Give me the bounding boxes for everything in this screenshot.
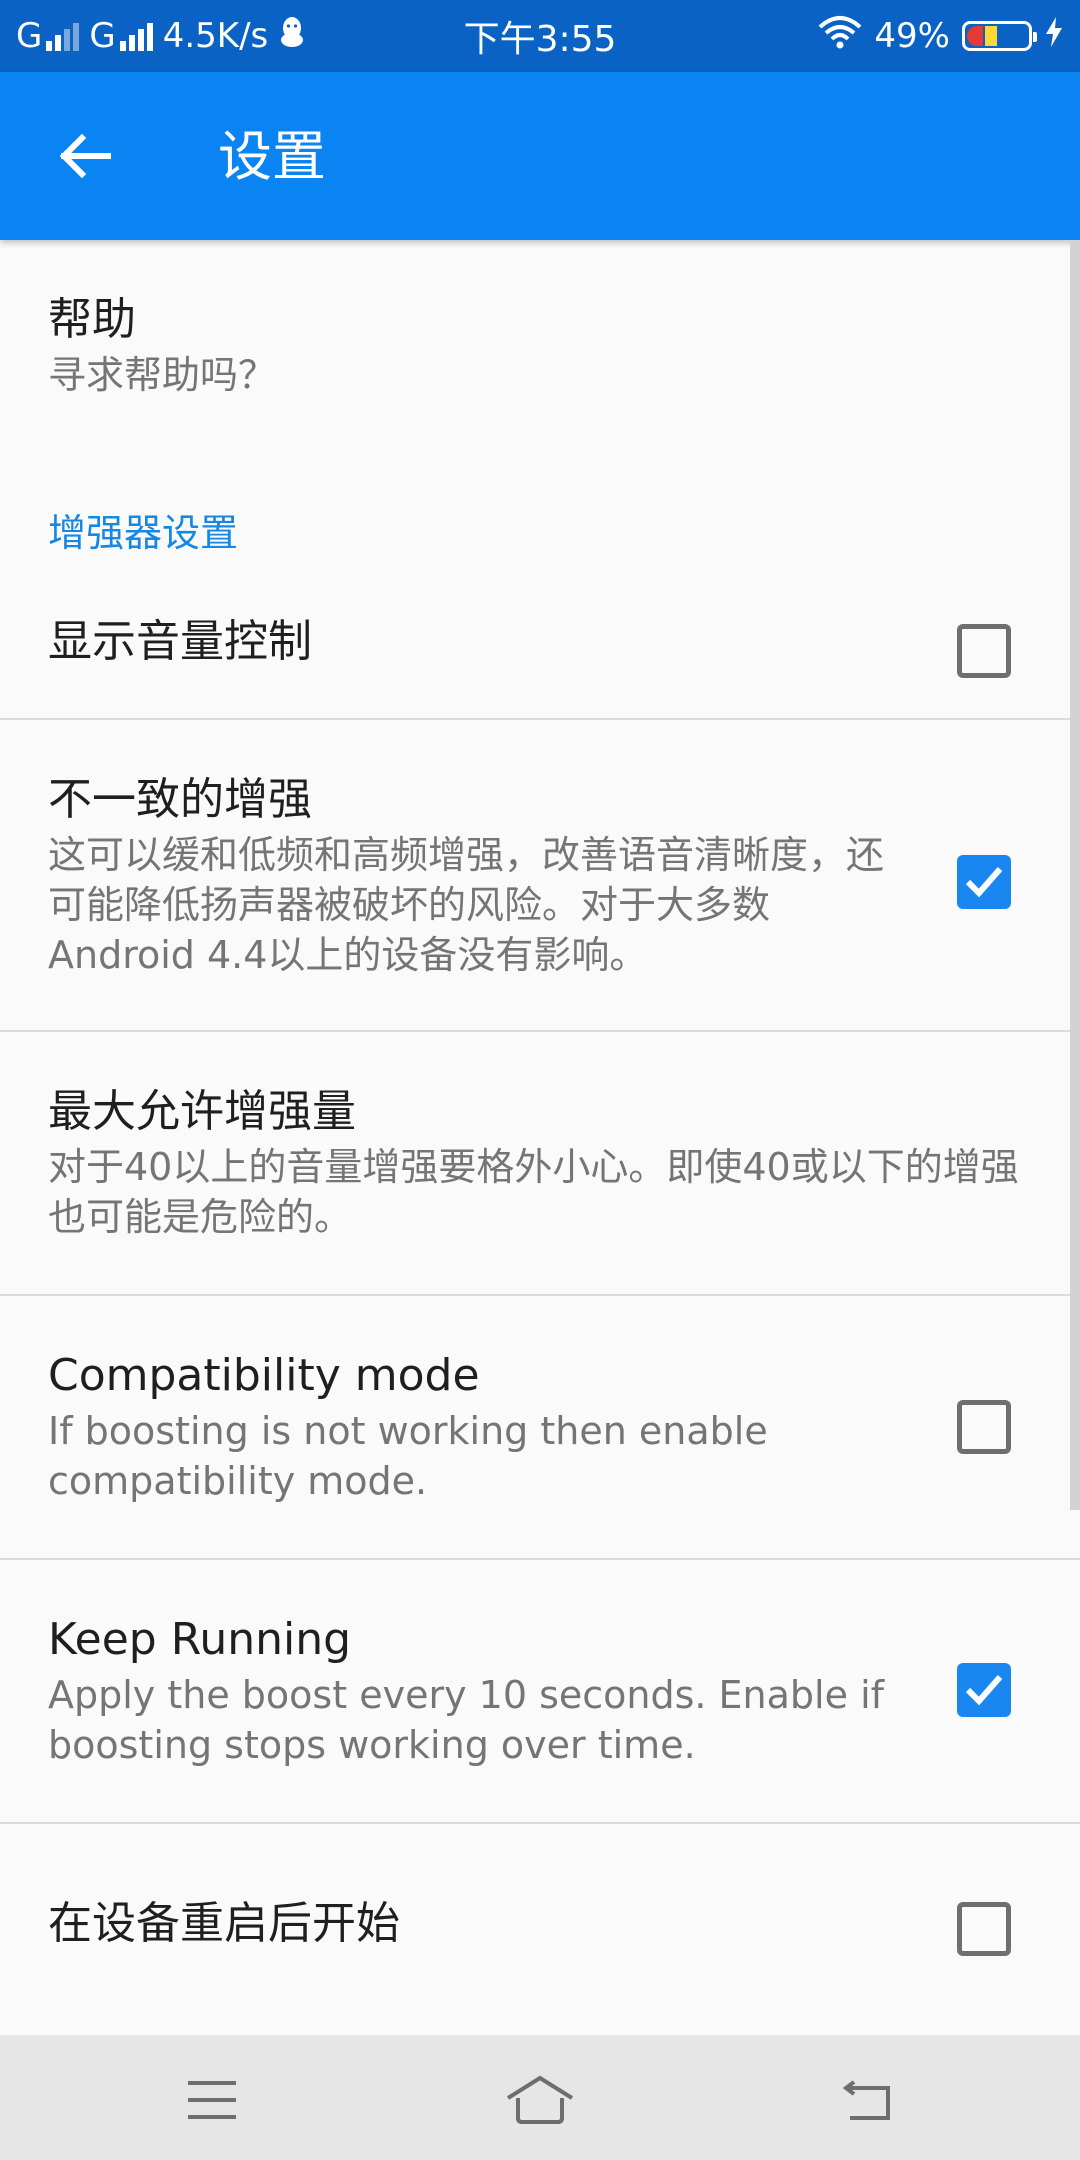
setting-inconsistent-boost[interactable]: 不一致的增强 这可以缓和低频和高频增强，改善语音清晰度，还可能降低扬声器被破坏的… — [0, 720, 1080, 1030]
help-summary: 寻求帮助吗？ — [48, 353, 277, 397]
signal-icon — [119, 21, 153, 51]
setting-title: 在设备重启后开始 — [48, 1898, 400, 1949]
signal-icon — [46, 21, 80, 51]
network-speed: 4.5K/s — [162, 16, 269, 56]
checkbox-compatibility-mode[interactable] — [957, 1400, 1011, 1454]
setting-show-volume-control[interactable]: 显示音量控制 — [0, 570, 1080, 720]
checkbox-keep-running[interactable] — [957, 1663, 1011, 1717]
setting-compatibility-mode[interactable]: Compatibility mode If boosting is not wo… — [0, 1296, 1080, 1558]
app-bar: 设置 — [0, 72, 1080, 240]
qq-penguin-icon — [278, 15, 306, 58]
setting-keep-running[interactable]: Keep Running Apply the boost every 10 se… — [0, 1560, 1080, 1822]
status-right: 49% — [818, 15, 1064, 58]
help-title: 帮助 — [48, 294, 136, 345]
setting-max-boost[interactable]: 最大允许增强量 对于40以上的音量增强要格外小心。即使40或以下的增强也可能是危… — [0, 1032, 1080, 1294]
status-left: G G 4.5K/s — [16, 15, 818, 58]
setting-summary: Apply the boost every 10 seconds. Enable… — [48, 1673, 884, 1767]
setting-title: 显示音量控制 — [48, 616, 312, 667]
arrow-left-icon — [59, 133, 111, 179]
page-title: 设置 — [218, 125, 326, 188]
setting-start-on-boot[interactable]: 在设备重启后开始 — [0, 1824, 1080, 2034]
home-icon — [506, 2075, 574, 2124]
setting-title: 不一致的增强 — [48, 774, 312, 825]
sim1-label: G — [16, 16, 43, 56]
battery-icon — [962, 21, 1037, 51]
wifi-icon — [818, 15, 862, 58]
setting-title: 最大允许增强量 — [48, 1086, 356, 1137]
back-icon — [842, 2080, 890, 2120]
setting-title: Keep Running — [48, 1614, 352, 1665]
menu-icon — [188, 2081, 236, 2119]
navigation-bar — [0, 2035, 1080, 2160]
help-item[interactable]: 帮助 寻求帮助吗？ — [0, 240, 1080, 450]
scrollbar[interactable] — [1070, 240, 1080, 1510]
nav-home-button[interactable] — [500, 2065, 580, 2135]
charging-icon — [1044, 16, 1064, 57]
setting-summary: 这可以缓和低频和高频增强，改善语音清晰度，还可能降低扬声器被破坏的风险。对于大多… — [48, 833, 885, 977]
checkbox-inconsistent-boost[interactable] — [957, 855, 1011, 909]
setting-summary: If boosting is not working then enable c… — [48, 1409, 768, 1503]
checkbox-show-volume-control[interactable] — [957, 624, 1011, 678]
nav-menu-button[interactable] — [172, 2065, 252, 2135]
setting-summary: 对于40以上的音量增强要格外小心。即使40或以下的增强也可能是危险的。 — [48, 1145, 1019, 1239]
status-bar: G G 4.5K/s 下午3:55 49% — [0, 0, 1080, 72]
back-button[interactable] — [48, 120, 120, 192]
setting-title: Compatibility mode — [48, 1350, 480, 1401]
section-header-booster: 增强器设置 — [48, 511, 239, 555]
sim2-signal: G — [89, 16, 153, 56]
check-icon — [965, 867, 1003, 898]
sim2-label: G — [89, 16, 116, 56]
check-icon — [965, 1675, 1003, 1706]
checkbox-start-on-boot[interactable] — [957, 1902, 1011, 1956]
sim1-signal: G — [16, 16, 80, 56]
nav-back-button[interactable] — [828, 2065, 908, 2135]
battery-percent: 49% — [874, 16, 950, 56]
